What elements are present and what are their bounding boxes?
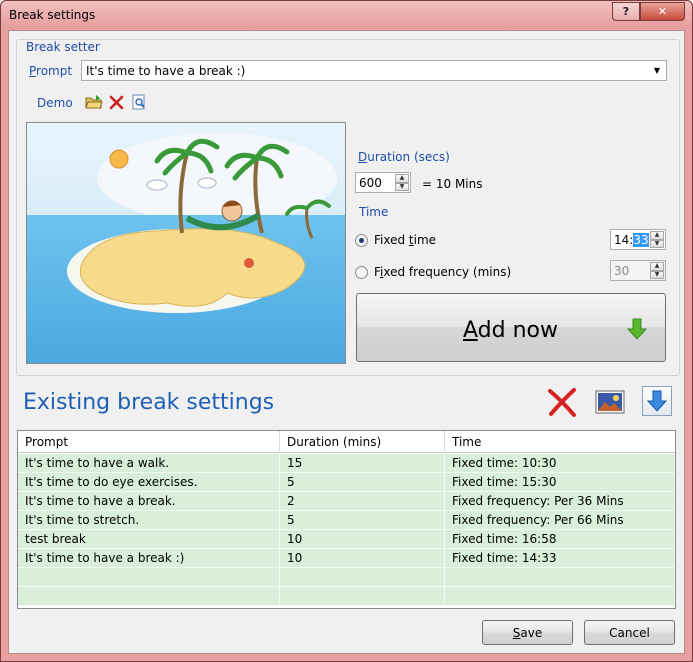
duration-stepper[interactable]: 600 ▲ ▼: [355, 172, 411, 193]
cell-prompt: It's time to have a break :): [18, 549, 280, 568]
fixed-frequency-stepper[interactable]: 30 ▲ ▼: [610, 260, 666, 281]
fixed-time-label[interactable]: Fixed time: [374, 233, 436, 247]
spin-up-icon[interactable]: ▲: [650, 231, 664, 240]
cell-time: Fixed time: 10:30: [445, 454, 675, 473]
add-now-button[interactable]: Add now: [356, 293, 666, 362]
open-folder-icon[interactable]: [85, 94, 103, 110]
demo-label: Demo: [37, 96, 73, 110]
fixed-time-radio[interactable]: [355, 234, 368, 247]
help-icon: ?: [622, 5, 630, 18]
cell-prompt: [18, 587, 280, 606]
fixed-time-stepper[interactable]: 14: 33 ▲ ▼: [610, 229, 666, 250]
cell-time: [445, 587, 675, 606]
break-preview-image: [26, 122, 346, 364]
cell-prompt: It's time to have a walk.: [18, 454, 280, 473]
help-button[interactable]: ?: [612, 2, 640, 21]
cell-duration: [280, 568, 445, 587]
duration-label: Duration (secs): [358, 150, 450, 164]
fixed-time-minute: 33: [633, 232, 649, 247]
cell-duration: 10: [280, 530, 445, 549]
prompt-value: It's time to have a break :): [86, 63, 246, 78]
column-header-prompt[interactable]: Prompt: [18, 431, 280, 453]
cell-time: Fixed time: 14:33: [445, 549, 675, 568]
fixed-frequency-radio[interactable]: [355, 266, 368, 279]
table-row[interactable]: test break 10 Fixed time: 16:58: [18, 530, 675, 549]
spin-down-icon[interactable]: ▼: [650, 270, 664, 279]
cell-prompt: It's time to do eye exercises.: [18, 473, 280, 492]
cell-prompt: It's time to stretch.: [18, 511, 280, 530]
delete-icon[interactable]: [108, 94, 126, 110]
spin-up-icon[interactable]: ▲: [650, 262, 664, 271]
cell-duration: [280, 587, 445, 606]
table-row[interactable]: It's time to do eye exercises. 5 Fixed tim…: [18, 473, 675, 492]
fixed-frequency-label[interactable]: Fixed frequency (mins): [374, 265, 511, 279]
spin-down-icon[interactable]: ▼: [650, 239, 664, 248]
cell-duration: 5: [280, 473, 445, 492]
cell-duration: 10: [280, 549, 445, 568]
export-setting-icon[interactable]: [642, 386, 672, 416]
cell-prompt: test break: [18, 530, 280, 549]
arrow-down-icon: [627, 318, 647, 340]
table-row[interactable]: It's time to stretch. 5 Fixed frequency: P…: [18, 511, 675, 530]
prompt-label: Prompt: [29, 64, 73, 78]
window-title: Break settings: [9, 8, 96, 22]
close-button[interactable]: ✕: [640, 2, 685, 21]
title-bar[interactable]: Break settings ? ✕: [1, 1, 692, 29]
save-button[interactable]: Save: [482, 620, 573, 645]
cell-duration: 5: [280, 511, 445, 530]
preview-icon[interactable]: [130, 94, 148, 110]
existing-settings-table[interactable]: Prompt Duration (mins) Time It's time to…: [17, 430, 676, 609]
cell-time: Fixed time: 16:58: [445, 530, 675, 549]
cell-time: Fixed frequency: Per 66 Mins: [445, 511, 675, 530]
break-setter-legend: Break setter: [22, 40, 104, 54]
time-label: Time: [359, 205, 389, 219]
spin-up-icon[interactable]: ▲: [395, 174, 409, 183]
column-header-duration[interactable]: Duration (mins): [280, 431, 445, 453]
table-row[interactable]: It's time to have a break :) 10 Fixed time…: [18, 549, 675, 568]
cell-time: Fixed time: 15:30: [445, 473, 675, 492]
add-now-label: Add now: [463, 318, 558, 343]
table-row[interactable]: It's time to have a walk. 15 Fixed time: 1…: [18, 454, 675, 473]
cell-time: [445, 568, 675, 587]
duration-value: 600: [359, 175, 382, 190]
image-setting-icon[interactable]: [594, 386, 626, 418]
table-header: Prompt Duration (mins) Time: [18, 431, 675, 453]
chevron-down-icon[interactable]: ▼: [648, 61, 666, 80]
close-icon: ✕: [657, 5, 668, 18]
spin-down-icon[interactable]: ▼: [395, 182, 409, 191]
prompt-combobox[interactable]: It's time to have a break :) ▼: [81, 60, 667, 81]
cell-duration: 2: [280, 492, 445, 511]
fixed-frequency-value: 30: [614, 263, 630, 278]
cell-time: Fixed frequency: Per 36 Mins: [445, 492, 675, 511]
existing-settings-title: Existing break settings: [23, 390, 275, 415]
table-row[interactable]: [18, 568, 675, 587]
cancel-button[interactable]: Cancel: [584, 620, 675, 645]
cell-prompt: It's time to have a break.: [18, 492, 280, 511]
table-row[interactable]: [18, 587, 675, 606]
table-row[interactable]: It's time to have a break. 2 Fixed frequen…: [18, 492, 675, 511]
fixed-time-hour: 14:: [614, 232, 634, 247]
duration-display: = 10 Mins: [422, 177, 483, 191]
column-header-time[interactable]: Time: [445, 431, 675, 453]
cell-duration: 15: [280, 454, 445, 473]
cell-prompt: [18, 568, 280, 587]
delete-setting-icon[interactable]: [546, 386, 578, 418]
